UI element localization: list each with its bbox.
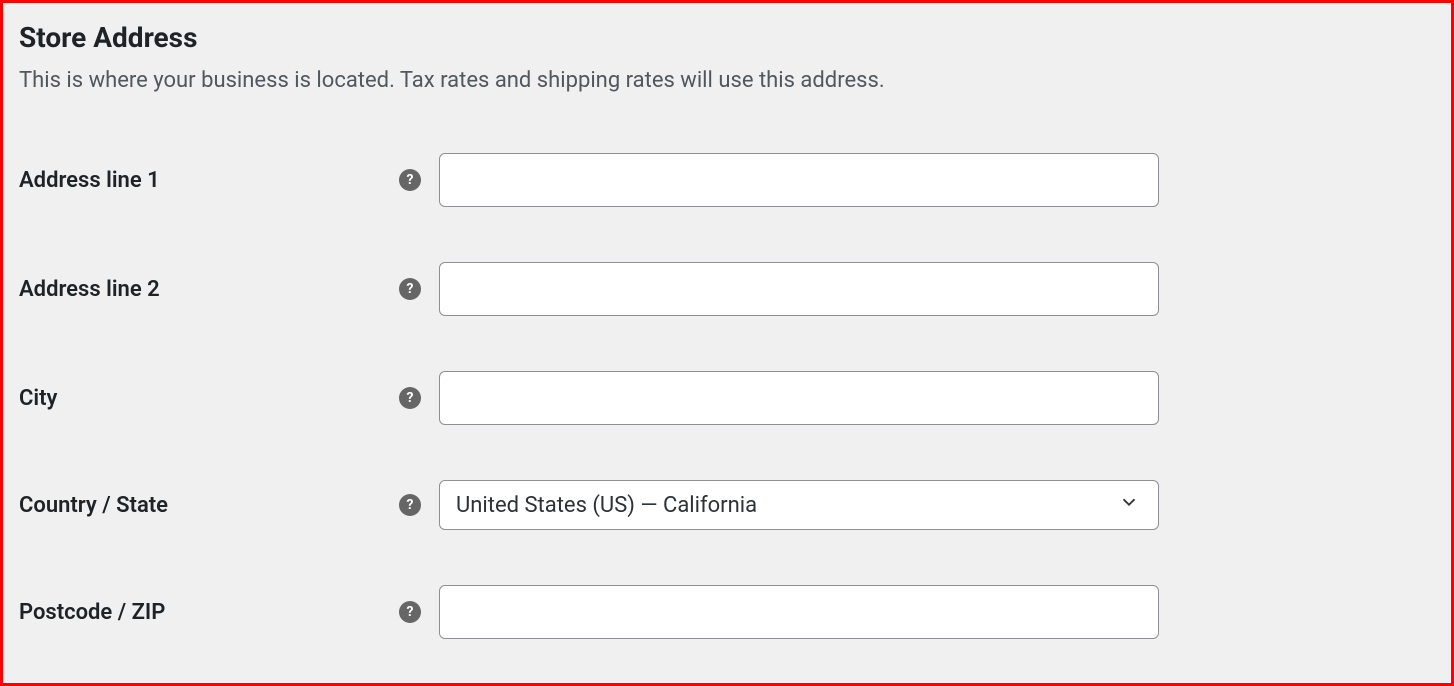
address-line-2-row: Address line 2 ? (19, 262, 1435, 316)
help-icon[interactable]: ? (399, 169, 421, 191)
country-state-select[interactable]: United States (US) — California (439, 480, 1159, 530)
postcode-input[interactable] (439, 585, 1159, 639)
help-icon[interactable]: ? (399, 494, 421, 516)
section-title: Store Address (19, 21, 1435, 54)
country-state-value: United States (US) — California (456, 493, 757, 518)
section-description: This is where your business is located. … (19, 68, 1435, 93)
help-icon[interactable]: ? (399, 387, 421, 409)
address-line-1-row: Address line 1 ? (19, 153, 1435, 207)
postcode-label: Postcode / ZIP (19, 600, 399, 625)
address-line-1-label: Address line 1 (19, 168, 399, 193)
address-line-2-label: Address line 2 (19, 277, 399, 302)
chevron-down-icon (1118, 491, 1140, 519)
postcode-row: Postcode / ZIP ? (19, 585, 1435, 639)
city-row: City ? (19, 371, 1435, 425)
help-icon[interactable]: ? (399, 601, 421, 623)
help-icon[interactable]: ? (399, 278, 421, 300)
city-label: City (19, 386, 399, 411)
country-state-label: Country / State (19, 493, 399, 518)
address-line-2-input[interactable] (439, 262, 1159, 316)
store-address-panel: Store Address This is where your busines… (0, 0, 1454, 686)
country-state-row: Country / State ? United States (US) — C… (19, 480, 1435, 530)
city-input[interactable] (439, 371, 1159, 425)
address-line-1-input[interactable] (439, 153, 1159, 207)
